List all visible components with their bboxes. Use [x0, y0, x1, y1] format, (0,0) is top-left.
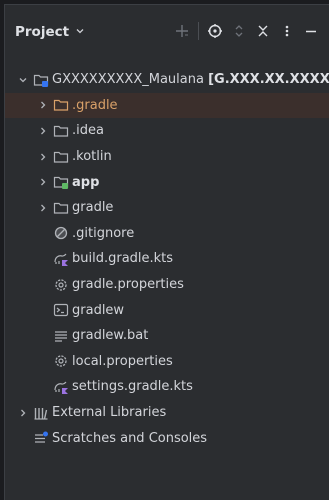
target-icon[interactable] [203, 19, 227, 43]
toolbar-separator [198, 22, 199, 40]
tree-item-label: build.gradle.kts [72, 251, 174, 267]
root-name: GXXXXXXXXX_Maulana [52, 72, 204, 88]
tree-item-label: gradlew.bat [72, 328, 149, 344]
tree-item-label: app [72, 174, 100, 190]
terminal-icon [53, 302, 69, 318]
tree-item-external-libraries[interactable]: External Libraries [5, 400, 329, 426]
tree-item-label: External Libraries [52, 405, 167, 421]
tree-item-gradlew-bat[interactable]: gradlew.bat [5, 323, 329, 349]
library-icon [33, 405, 49, 421]
add-icon[interactable] [170, 19, 194, 43]
folder-orange-icon [53, 97, 69, 113]
tree-item-app[interactable]: app [5, 169, 329, 195]
chevron-right-icon[interactable] [37, 151, 49, 163]
chevron-right-icon[interactable] [37, 99, 49, 111]
more-icon[interactable] [275, 19, 299, 43]
gear-icon [53, 277, 69, 293]
tree-item-dot-gradle[interactable]: .gradle [5, 92, 329, 119]
root-path: [G.XXX.XX.XXXX_M [208, 72, 329, 88]
close-all-icon[interactable] [251, 19, 275, 43]
tree-item-idea[interactable]: .idea [5, 118, 329, 144]
text-lines-icon [53, 328, 69, 344]
tree-item-gradle[interactable]: gradle [5, 195, 329, 221]
tree-item-kotlin[interactable]: .kotlin [5, 144, 329, 170]
tree-item-gradlew[interactable]: gradlew [5, 297, 329, 323]
project-tree: GXXXXXXXXX_Maulana [G.XXX.XX.XXXX_M .gra… [5, 67, 329, 451]
panel-title: Project [15, 24, 70, 40]
minimize-icon[interactable] [299, 19, 323, 43]
tree-item-label: Scratches and Consoles [52, 430, 208, 446]
project-tool-window: Project GXXXXXXXXX_Maulana [G.XXX.XX.XXX… [4, 4, 329, 500]
tree-item-local-properties[interactable]: local.properties [5, 349, 329, 375]
gradle-kotlin-icon [53, 379, 69, 395]
tree-item-gitignore[interactable]: .gitignore [5, 221, 329, 247]
chevron-right-icon[interactable] [17, 407, 29, 419]
tree-item-build-gradle-kts[interactable]: build.gradle.kts [5, 246, 329, 272]
tree-item-label: .idea [72, 123, 104, 139]
expand-collapse-icon[interactable] [227, 19, 251, 43]
gear-icon [53, 353, 69, 369]
tree-item-label: local.properties [72, 353, 173, 369]
tree-item-label: gradle.properties [72, 277, 184, 293]
module-folder-icon [53, 174, 69, 190]
tree-item-scratches[interactable]: Scratches and Consoles [5, 425, 329, 451]
ignore-icon [53, 225, 69, 241]
header-toolbar [170, 19, 323, 43]
folder-icon [53, 149, 69, 165]
chevron-down-icon [75, 24, 85, 40]
tree-item-label: .gitignore [72, 225, 135, 241]
chevron-right-icon[interactable] [37, 125, 49, 137]
chevron-right-icon[interactable] [37, 176, 49, 188]
chevron-down-icon[interactable] [17, 74, 29, 86]
project-view-selector[interactable]: Project [15, 24, 85, 40]
tool-window-header: Project [5, 5, 329, 59]
chevron-right-icon[interactable] [37, 202, 49, 214]
tree-root[interactable]: GXXXXXXXXX_Maulana [G.XXX.XX.XXXX_M [5, 67, 329, 93]
tree-item-label: gradlew [72, 302, 125, 318]
tree-item-label: .gradle [72, 97, 118, 113]
scratches-icon [33, 430, 49, 446]
gradle-kotlin-icon [53, 251, 69, 267]
tree-item-settings-gradle-kts[interactable]: settings.gradle.kts [5, 374, 329, 400]
tree-item-label: gradle [72, 200, 114, 216]
tree-item-label: .kotlin [72, 149, 112, 165]
folder-icon [53, 200, 69, 216]
folder-icon [53, 123, 69, 139]
tree-item-label: settings.gradle.kts [72, 379, 193, 395]
tree-item-gradle-properties[interactable]: gradle.properties [5, 272, 329, 298]
module-folder-icon [33, 72, 49, 88]
